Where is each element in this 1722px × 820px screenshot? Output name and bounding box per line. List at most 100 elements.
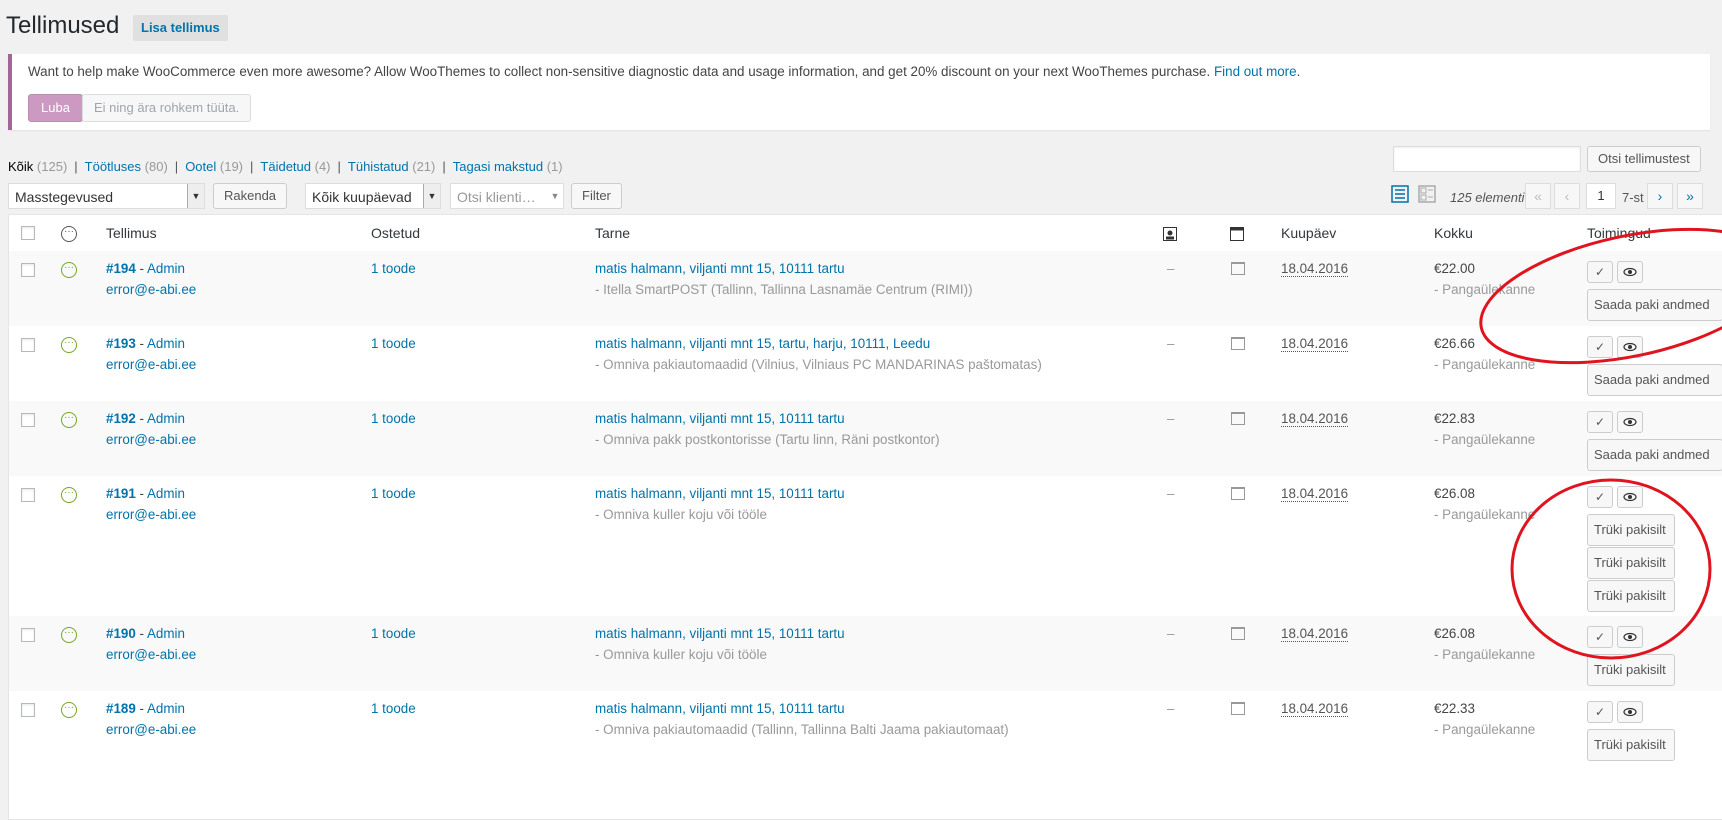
notes-icon[interactable]	[1231, 627, 1245, 640]
complete-button[interactable]: ✓	[1587, 411, 1613, 433]
purchased-items[interactable]: 1 toode	[371, 411, 416, 426]
order-customer[interactable]: Admin	[147, 411, 185, 426]
send-parcel-data-button[interactable]: Saada paki andmed	[1587, 439, 1722, 471]
purchased-items[interactable]: 1 toode	[371, 261, 416, 276]
add-order-button[interactable]: Lisa tellimus	[133, 15, 228, 41]
filter-count: (80)	[144, 159, 168, 174]
current-page-input[interactable]: 1	[1586, 183, 1616, 209]
notes-icon[interactable]	[1231, 702, 1245, 715]
notes-icon[interactable]	[1231, 412, 1245, 425]
table-row: ··· #189 - Admin error@e-abi.ee 1 toode mati…	[9, 691, 1722, 766]
print-label-button[interactable]: Trüki pakisilt	[1587, 729, 1675, 761]
print-label-button[interactable]: Trüki pakisilt	[1587, 514, 1675, 546]
print-label-button[interactable]: Trüki pakisilt	[1587, 547, 1675, 579]
order-number[interactable]: #193	[106, 336, 136, 351]
order-email[interactable]: error@e-abi.ee	[106, 357, 196, 372]
order-title[interactable]: #191 - Admin	[106, 486, 185, 501]
order-customer[interactable]: Admin	[147, 261, 185, 276]
order-number[interactable]: #191	[106, 486, 136, 501]
search-button[interactable]: Otsi tellimustest	[1587, 146, 1701, 172]
date-filter-select[interactable]: Kõik kuupäevad ▼	[305, 183, 441, 209]
row-checkbox[interactable]	[21, 338, 35, 352]
row-checkbox[interactable]	[21, 263, 35, 277]
order-title[interactable]: #192 - Admin	[106, 411, 185, 426]
customer-search-select[interactable]: Otsi klienti… ▼	[450, 183, 564, 209]
purchased-items[interactable]: 1 toode	[371, 626, 416, 641]
order-customer[interactable]: Admin	[147, 701, 185, 716]
shipping-address[interactable]: matis halmann, viljanti mnt 15, 10111 ta…	[595, 486, 845, 501]
order-title[interactable]: #194 - Admin	[106, 261, 185, 276]
search-input[interactable]	[1393, 146, 1581, 172]
deny-button[interactable]: Ei ning ära rohkem tüüta.	[82, 94, 252, 122]
shipping-address[interactable]: matis halmann, viljanti mnt 15, 10111 ta…	[595, 701, 845, 716]
complete-button[interactable]: ✓	[1587, 261, 1613, 283]
send-parcel-data-button[interactable]: Saada paki andmed	[1587, 289, 1722, 321]
column-date[interactable]: Kuupäev	[1281, 225, 1336, 241]
notes-icon[interactable]	[1231, 337, 1245, 350]
row-checkbox[interactable]	[21, 413, 35, 427]
order-customer[interactable]: Admin	[147, 626, 185, 641]
filter-1[interactable]: Töötluses	[85, 159, 141, 174]
filter-0[interactable]: Kõik	[8, 159, 33, 174]
shipping-address[interactable]: matis halmann, viljanti mnt 15, 10111 ta…	[595, 411, 845, 426]
order-title[interactable]: #193 - Admin	[106, 336, 185, 351]
view-button[interactable]	[1617, 261, 1643, 283]
order-title[interactable]: #190 - Admin	[106, 626, 185, 641]
filter-4[interactable]: Tühistatud	[348, 159, 409, 174]
row-checkbox[interactable]	[21, 488, 35, 502]
order-email[interactable]: error@e-abi.ee	[106, 432, 196, 447]
order-customer[interactable]: Admin	[147, 336, 185, 351]
purchased-items[interactable]: 1 toode	[371, 336, 416, 351]
apply-button[interactable]: Rakenda	[213, 183, 288, 209]
first-page-button[interactable]: «	[1525, 183, 1551, 209]
excerpt-view-icon[interactable]	[1418, 185, 1436, 203]
column-order[interactable]: Tellimus	[106, 225, 157, 241]
order-email[interactable]: error@e-abi.ee	[106, 647, 196, 662]
list-view-icon[interactable]	[1391, 185, 1409, 203]
shipping-address[interactable]: matis halmann, viljanti mnt 15, 10111 ta…	[595, 261, 845, 276]
order-email[interactable]: error@e-abi.ee	[106, 282, 196, 297]
complete-button[interactable]: ✓	[1587, 486, 1613, 508]
view-button[interactable]	[1617, 486, 1643, 508]
print-label-button[interactable]: Trüki pakisilt	[1587, 654, 1675, 686]
shipping-address[interactable]: matis halmann, viljanti mnt 15, tartu, h…	[595, 336, 930, 351]
complete-button[interactable]: ✓	[1587, 336, 1613, 358]
select-all-checkbox[interactable]	[21, 226, 35, 240]
purchased-items[interactable]: 1 toode	[371, 486, 416, 501]
shipping-address[interactable]: matis halmann, viljanti mnt 15, 10111 ta…	[595, 626, 845, 641]
order-number[interactable]: #192	[106, 411, 136, 426]
allow-button[interactable]: Luba	[28, 94, 83, 122]
view-button[interactable]	[1617, 626, 1643, 648]
row-checkbox[interactable]	[21, 628, 35, 642]
complete-button[interactable]: ✓	[1587, 626, 1613, 648]
bulk-actions-select[interactable]: Masstegevused ▼	[8, 183, 205, 209]
print-label-button[interactable]: Trüki pakisilt	[1587, 580, 1675, 612]
order-email[interactable]: error@e-abi.ee	[106, 722, 196, 737]
order-number[interactable]: #190	[106, 626, 136, 641]
status-processing-icon: ···	[61, 262, 77, 278]
complete-button[interactable]: ✓	[1587, 701, 1613, 723]
notes-icon[interactable]	[1231, 487, 1245, 500]
order-number[interactable]: #194	[106, 261, 136, 276]
notes-icon[interactable]	[1231, 262, 1245, 275]
prev-page-button[interactable]: ‹	[1554, 183, 1580, 209]
view-button[interactable]	[1617, 411, 1643, 433]
order-title[interactable]: #189 - Admin	[106, 701, 185, 716]
filter-5[interactable]: Tagasi makstud	[453, 159, 543, 174]
send-parcel-data-button[interactable]: Saada paki andmed	[1587, 364, 1722, 396]
order-customer[interactable]: Admin	[147, 486, 185, 501]
last-page-button[interactable]: »	[1677, 183, 1703, 209]
find-out-more-link[interactable]: Find out more	[1214, 64, 1297, 79]
filter-3[interactable]: Täidetud	[260, 159, 311, 174]
next-page-button[interactable]: ›	[1647, 183, 1673, 209]
filter-2[interactable]: Ootel	[185, 159, 216, 174]
order-number[interactable]: #189	[106, 701, 136, 716]
filter-separator: |	[250, 159, 254, 174]
purchased-items[interactable]: 1 toode	[371, 701, 416, 716]
payment-method: - Pangaülekanne	[1434, 507, 1536, 522]
view-button[interactable]	[1617, 336, 1643, 358]
filter-button[interactable]: Filter	[571, 183, 622, 209]
view-button[interactable]	[1617, 701, 1643, 723]
order-email[interactable]: error@e-abi.ee	[106, 507, 196, 522]
row-checkbox[interactable]	[21, 703, 35, 717]
